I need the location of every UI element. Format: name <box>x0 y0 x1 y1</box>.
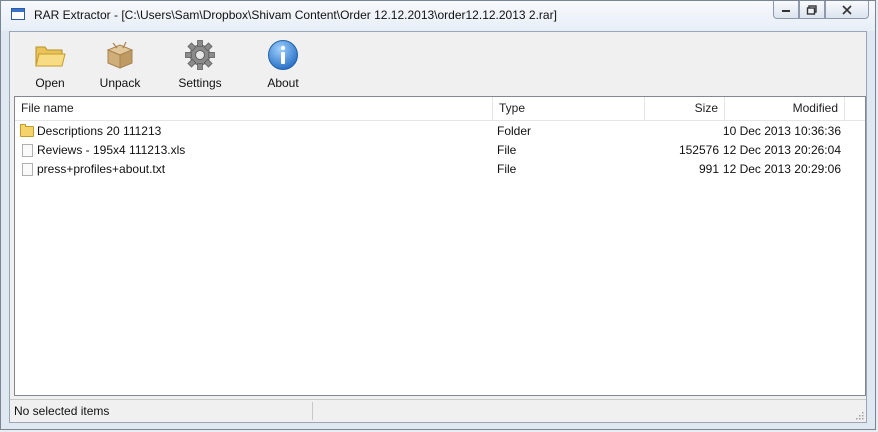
status-text: No selected items <box>14 404 110 418</box>
toolbar: Open Unpack Settings About <box>10 32 866 94</box>
close-icon <box>842 4 852 15</box>
item-type: File <box>497 143 517 157</box>
list-item[interactable]: press+profiles+about.txt File 991 12 Dec… <box>15 160 865 179</box>
about-button[interactable]: About <box>253 38 313 92</box>
status-bar: No selected items <box>10 399 866 422</box>
close-button[interactable] <box>825 1 869 19</box>
resize-grip-icon[interactable] <box>854 410 864 420</box>
item-size: 991 <box>698 162 719 176</box>
item-modified: 12 Dec 2013 20:29:06 <box>722 162 841 176</box>
window-title: RAR Extractor - [C:\Users\Sam\Dropbox\Sh… <box>34 8 557 22</box>
main-content: Open Unpack Settings About File name Typ… <box>9 31 867 423</box>
file-icon <box>22 163 33 176</box>
status-divider <box>312 402 313 420</box>
title-bar[interactable]: RAR Extractor - [C:\Users\Sam\Dropbox\Sh… <box>1 1 875 31</box>
minimize-button[interactable] <box>773 1 799 19</box>
app-window: RAR Extractor - [C:\Users\Sam\Dropbox\Sh… <box>0 0 876 430</box>
open-label: Open <box>35 76 65 90</box>
unpack-label: Unpack <box>99 76 141 90</box>
column-header-name[interactable]: File name <box>15 97 493 120</box>
minimize-icon <box>782 9 790 12</box>
info-icon <box>266 38 300 72</box>
item-type: Folder <box>497 124 532 138</box>
gear-icon <box>183 38 217 72</box>
item-modified: 10 Dec 2013 10:36:36 <box>722 124 841 138</box>
column-header-modified[interactable]: Modified <box>725 97 845 120</box>
list-item[interactable]: Descriptions 20 111213 Folder 10 Dec 201… <box>15 122 865 141</box>
caption-buttons <box>773 1 869 19</box>
open-button[interactable]: Open <box>20 38 80 92</box>
file-icon <box>22 144 33 157</box>
item-size: 152576 <box>678 143 719 157</box>
column-header-size[interactable]: Size <box>645 97 725 120</box>
box-icon <box>103 38 137 72</box>
item-name: Reviews - 195x4 111213.xls <box>37 143 186 157</box>
about-label: About <box>267 76 299 90</box>
folder-icon <box>20 124 34 137</box>
column-header-type[interactable]: Type <box>493 97 645 120</box>
maximize-button[interactable] <box>799 1 825 19</box>
list-header: File name Type Size Modified <box>15 97 865 121</box>
list-item[interactable]: Reviews - 195x4 111213.xls File 152576 1… <box>15 141 865 160</box>
item-name: press+profiles+about.txt <box>37 162 166 176</box>
unpack-button[interactable]: Unpack <box>90 38 150 92</box>
file-list[interactable]: File name Type Size Modified Description… <box>14 96 866 396</box>
open-folder-icon <box>33 38 67 72</box>
item-name: Descriptions 20 111213 <box>37 124 162 138</box>
settings-label: Settings <box>178 76 222 90</box>
restore-icon <box>806 4 817 15</box>
settings-button[interactable]: Settings <box>170 38 230 92</box>
app-icon <box>11 8 25 20</box>
item-modified: 12 Dec 2013 20:26:04 <box>722 143 841 157</box>
item-type: File <box>497 162 517 176</box>
